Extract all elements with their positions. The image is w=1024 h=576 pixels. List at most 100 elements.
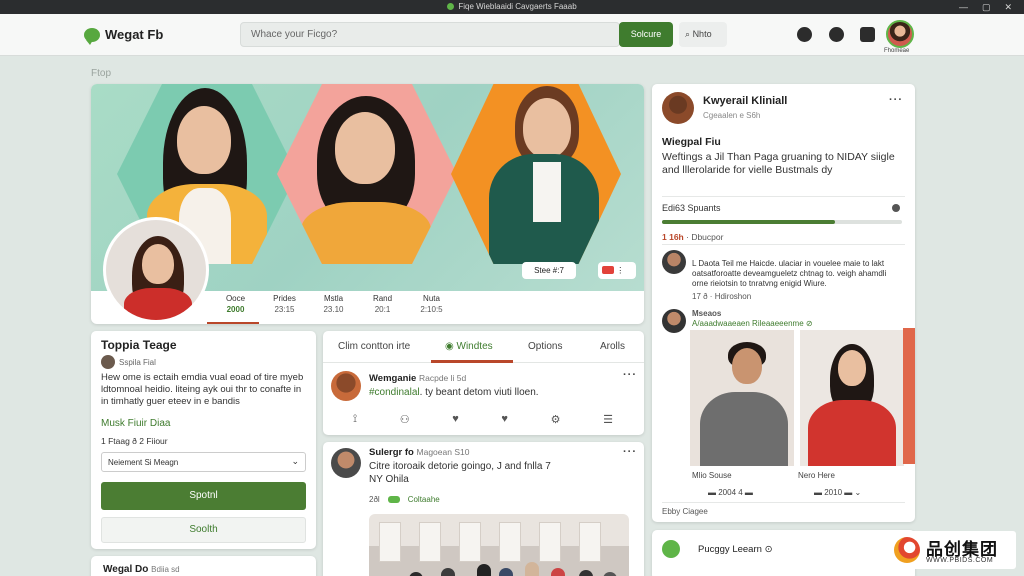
profile-subtitle: Sspila Fial <box>101 355 156 369</box>
tab-content[interactable]: Clim contton irte <box>338 341 410 352</box>
profile-stats: Ooce 2000 Prides 23:15 Mstla 23.10 Rand 20:1… <box>211 294 456 314</box>
person-1-stat: ▬ 2004 4 ▬ <box>708 488 753 497</box>
search-input[interactable]: Whace your Ficgo? <box>240 22 620 47</box>
profile-hero: Stee #:7 ⋮ Ooce 2000 Prides 23:15 Mstla 23.… <box>91 84 644 324</box>
stat-item[interactable]: Prides 23:15 <box>260 294 309 314</box>
person-photo-1[interactable] <box>690 330 794 466</box>
tab-label: Windtes <box>456 341 493 352</box>
stat-value: 23:15 <box>274 305 295 314</box>
right-footer[interactable]: Ebby Ciagee <box>662 507 708 516</box>
search-button[interactable]: Solcure <box>619 22 673 47</box>
primary-action-button[interactable]: Spotnl <box>101 482 306 510</box>
post-text: #condinalal. ty beant detom viuti lloen. <box>369 387 539 399</box>
mini-avatar <box>101 355 115 369</box>
reply-link[interactable]: Coltaahe <box>408 495 440 504</box>
stat-item[interactable]: Nuta 2:10:5 <box>407 294 456 314</box>
menu-icon[interactable]: ☰ <box>603 413 613 426</box>
person-2-caption: Nero Here <box>798 471 835 480</box>
share-icon[interactable]: ⚇ <box>400 413 410 426</box>
search-icon: ⌕ <box>685 29 691 39</box>
divider <box>662 502 905 503</box>
reply-count: 2ðl <box>369 495 380 504</box>
reply-badge-icon <box>387 496 400 503</box>
comment-text: L Daota Teil me Haicde. ulaciar in vouel… <box>692 259 887 288</box>
count-row: 1 16h · Dbucpor <box>662 232 724 242</box>
profile-avatar[interactable] <box>103 217 209 323</box>
post-subtext: NY Ohila <box>369 474 409 485</box>
post-author[interactable]: Wemganie Racpde li 5d <box>369 373 466 384</box>
stat-value: 20:1 <box>374 305 391 314</box>
hero-photo-2[interactable] <box>277 84 457 264</box>
post-hashtag[interactable]: #condinalal <box>369 387 420 398</box>
stat-label: Ooce <box>225 294 246 303</box>
hero-stat-pill[interactable]: Stee #:7 <box>522 262 576 279</box>
comment-meta: 17 ð · Hdiroshon <box>692 292 752 301</box>
secondary-card-subtitle: Bdiia sd <box>151 565 180 574</box>
right-secondary-title[interactable]: Pucggy Leearn ⊙ <box>698 544 773 555</box>
reaction-icon[interactable]: ⚙ <box>551 413 561 426</box>
tab-options[interactable]: Options <box>528 341 562 352</box>
chat-bubble-icon <box>84 27 100 45</box>
close-button[interactable]: ✕ <box>1004 2 1012 13</box>
profile-card-secondary: Wegal Do Bdiia sd <box>91 556 316 576</box>
more-icon[interactable]: ⋮ <box>616 266 624 275</box>
person-1-caption: Mlio Souse <box>692 471 732 480</box>
post-avatar[interactable] <box>331 371 361 401</box>
comment-avatar[interactable] <box>662 250 686 274</box>
app-icon <box>447 3 455 10</box>
stat-value: 23.10 <box>323 305 344 314</box>
right-more-icon[interactable]: ··· <box>889 94 903 106</box>
heart-icon[interactable]: ♥ <box>452 413 459 426</box>
post-text: Citre itoroaik detorie goingo, J and fnl… <box>369 461 551 472</box>
stat-item[interactable]: Rand 20:1 <box>358 294 407 314</box>
person-photo-2[interactable] <box>800 330 904 466</box>
comment-author[interactable]: Mseaos <box>692 309 721 318</box>
like-icon[interactable]: ♥ <box>501 413 508 426</box>
post-avatar[interactable] <box>331 448 361 478</box>
video-icon <box>602 266 614 274</box>
stat-item[interactable]: Mstla 23.10 <box>309 294 358 314</box>
profile-select[interactable]: Neiement Si Meagn ⌄ <box>101 452 306 472</box>
right-profile-name[interactable]: Kwyerail Kliniall <box>703 95 787 107</box>
hero-actions[interactable]: ⋮ <box>598 262 636 279</box>
user-avatar[interactable] <box>886 20 914 48</box>
stat-item[interactable]: Ooce 2000 <box>211 294 260 314</box>
bell-icon[interactable] <box>797 27 812 42</box>
avatar-caption: Fhomeae <box>884 48 910 54</box>
secondary-action-button[interactable]: Soolth <box>101 517 306 543</box>
right-description: Weftings a Jil Than Paga gruaning to NID… <box>662 151 895 176</box>
watermark-symbol-icon <box>894 537 920 563</box>
count-label: Dbucpor <box>691 232 724 242</box>
progress-close-icon[interactable] <box>892 204 900 212</box>
hero-photo-3[interactable] <box>451 84 621 264</box>
profile-name: Toppia Teage <box>101 338 177 352</box>
comment-icon[interactable]: ⟟ <box>353 413 357 426</box>
secondary-search-button[interactable]: ⌕ Nhto <box>679 22 727 47</box>
minimize-button[interactable]: — <box>959 2 968 13</box>
right-avatar[interactable] <box>662 92 694 124</box>
person-2-stat-value: 2010 <box>824 488 843 497</box>
profile-bio: Hew ome is ectaih emdia vual eoad of tir… <box>101 372 304 407</box>
post-more-icon[interactable]: ··· <box>623 446 637 458</box>
profile-meta: 1 Ftaag ð 2 Fiiour <box>101 436 168 446</box>
comment-avatar[interactable] <box>662 309 686 333</box>
tab-arolls[interactable]: Arolls <box>600 341 625 352</box>
app-logo[interactable]: Wegat Fb <box>84 27 163 45</box>
feed-card: Clim contton irte ◉ Windtes Options Arol… <box>323 331 644 435</box>
maximize-button[interactable]: ▢ <box>982 2 991 13</box>
watermark-logo: 品创集团 WWW.PBIDS.COM <box>888 531 1016 569</box>
bookmark-icon[interactable] <box>860 27 875 42</box>
post-photo[interactable] <box>369 514 629 576</box>
post-more-icon[interactable]: ··· <box>623 369 637 381</box>
stat-label: Rand <box>372 294 393 303</box>
stat-active-underline <box>207 322 259 324</box>
profile-link[interactable]: Musk Fiuir Diaa <box>101 418 170 429</box>
comment-count: 17 ð <box>692 292 708 301</box>
message-icon[interactable] <box>829 27 844 42</box>
profile-subtitle-text: Sspila Fial <box>119 357 156 367</box>
divider <box>662 244 905 245</box>
chevron-down-icon: ⌄ <box>291 456 299 466</box>
post-author[interactable]: Sulergr fo Magoean S10 <box>369 447 469 458</box>
tab-windtes[interactable]: ◉ Windtes <box>445 341 493 352</box>
stat-label: Prides <box>273 294 296 303</box>
